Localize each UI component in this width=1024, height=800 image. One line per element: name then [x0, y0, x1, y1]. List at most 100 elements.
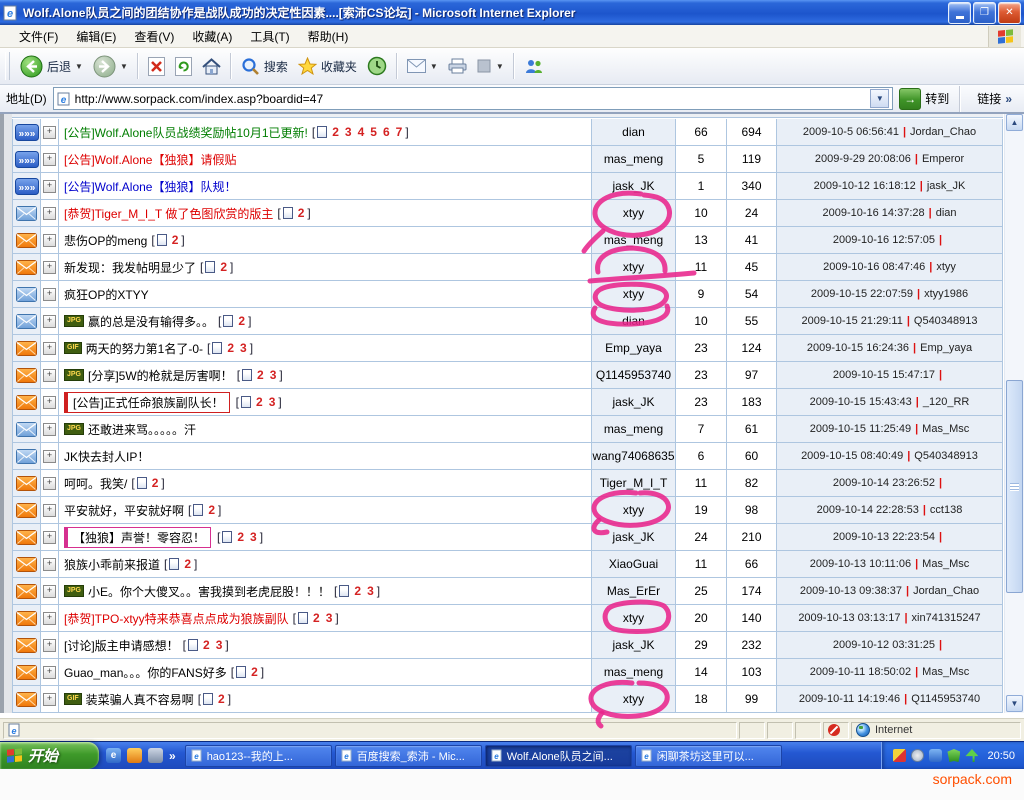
thread-title-link[interactable]: 新发现：我发帖明显少了	[64, 259, 196, 276]
thread-author-link[interactable]: Q1145953740	[592, 362, 676, 388]
expand-thread-button[interactable]: +	[41, 362, 59, 388]
page-links[interactable]: [2 ]	[198, 692, 231, 706]
thread-author-link[interactable]: mas_meng	[592, 416, 676, 442]
page-links[interactable]: [2 ]	[188, 503, 221, 517]
search-button[interactable]: 搜索	[236, 55, 293, 78]
last-poster-link[interactable]: dian	[936, 207, 957, 219]
scrollbar-thumb[interactable]	[1006, 380, 1023, 593]
last-poster-link[interactable]: Jordan_Chao	[913, 585, 979, 597]
expand-thread-button[interactable]: +	[41, 281, 59, 307]
last-poster-link[interactable]: Mas_Msc	[922, 666, 969, 678]
page-links[interactable]: [2 ]	[164, 557, 197, 571]
last-poster-link[interactable]: _120_RR	[923, 396, 969, 408]
quick-launch-messenger-icon[interactable]	[148, 748, 163, 763]
taskbar-task-button[interactable]: ehao123--我的上...	[185, 745, 332, 767]
thread-title-link[interactable]: 呵呵。我笑/	[64, 475, 127, 492]
expand-thread-button[interactable]: +	[41, 605, 59, 631]
tray-security-shield-icon[interactable]	[947, 749, 960, 762]
links-bar[interactable]: 链接 »	[971, 90, 1018, 107]
address-input[interactable]: e http://www.sorpack.com/index.asp?board…	[53, 87, 894, 110]
restore-button[interactable]: ❐	[973, 2, 996, 24]
vertical-scrollbar[interactable]: ▲ ▼	[1004, 114, 1024, 713]
close-button[interactable]: ✕	[998, 2, 1021, 24]
page-links[interactable]: [23 ]	[207, 341, 253, 355]
thread-title-link[interactable]: [公告]正式任命狼族副队长！	[64, 392, 230, 413]
thread-author-link[interactable]: xtyy	[592, 605, 676, 631]
thread-author-link[interactable]: jask_JK	[592, 524, 676, 550]
favorites-button[interactable]: 收藏夹	[293, 55, 362, 77]
thread-title-link[interactable]: [公告]Wolf.Alone队员战绩奖励帖10月1已更新!	[64, 124, 308, 141]
thread-title-link[interactable]: [公告]Wolf.Alone【独狼】请假贴	[64, 151, 236, 168]
stop-button[interactable]	[143, 55, 170, 78]
last-poster-link[interactable]: Emperor	[922, 153, 964, 165]
expand-thread-button[interactable]: +	[41, 227, 59, 253]
thread-author-link[interactable]: jask_JK	[592, 389, 676, 415]
thread-author-link[interactable]: Tiger_M_I_T	[592, 470, 676, 496]
edit-button[interactable]: ▼	[472, 57, 509, 76]
thread-author-link[interactable]: jask_JK	[592, 632, 676, 658]
expand-thread-button[interactable]: +	[41, 254, 59, 280]
page-links[interactable]: [23 ]	[237, 368, 283, 382]
thread-author-link[interactable]: xtyy	[592, 497, 676, 523]
address-dropdown[interactable]: ▼	[870, 89, 889, 108]
thread-title-link[interactable]: 两天的努力第1名了-0-	[86, 340, 203, 357]
page-links[interactable]: [2 ]	[131, 476, 164, 490]
back-dropdown[interactable]: ▼	[75, 62, 83, 71]
scroll-up-button[interactable]: ▲	[1006, 114, 1023, 131]
page-links[interactable]: [234567 ]	[312, 125, 409, 139]
expand-thread-button[interactable]: +	[41, 551, 59, 577]
thread-title-link[interactable]: 狼族小乖前来报道	[64, 556, 160, 573]
last-poster-link[interactable]: Emp_yaya	[920, 342, 972, 354]
menu-help[interactable]: 帮助(H)	[299, 26, 358, 47]
forward-dropdown[interactable]: ▼	[120, 62, 128, 71]
taskbar-task-button[interactable]: eWolf.Alone队员之间...	[485, 745, 632, 767]
refresh-button[interactable]	[170, 55, 197, 78]
thread-title-link[interactable]: 疯狂OP的XTYY	[64, 286, 149, 303]
thread-author-link[interactable]: XiaoGuai	[592, 551, 676, 577]
page-links[interactable]: [23 ]	[183, 638, 229, 652]
thread-author-link[interactable]: dian	[592, 119, 676, 145]
thread-author-link[interactable]: mas_meng	[592, 227, 676, 253]
expand-thread-button[interactable]: +	[41, 308, 59, 334]
expand-thread-button[interactable]: +	[41, 119, 59, 145]
thread-title-link[interactable]: 悲伤OP的meng	[64, 232, 147, 249]
expand-thread-button[interactable]: +	[41, 389, 59, 415]
thread-author-link[interactable]: xtyy	[592, 254, 676, 280]
thread-title-link[interactable]: JK快去封人IP！	[64, 448, 149, 465]
home-button[interactable]	[197, 56, 226, 77]
expand-thread-button[interactable]: +	[41, 686, 59, 712]
last-poster-link[interactable]: Q540348913	[914, 315, 978, 327]
menu-file[interactable]: 文件(F)	[10, 26, 67, 47]
thread-author-link[interactable]: mas_meng	[592, 146, 676, 172]
expand-thread-button[interactable]: +	[41, 146, 59, 172]
thread-title-link[interactable]: 【独狼】声誉！零容忍！	[64, 527, 211, 548]
tray-download-icon[interactable]	[893, 749, 906, 762]
go-button[interactable]: → 转到	[899, 88, 949, 110]
thread-title-link[interactable]: [公告]Wolf.Alone【独狼】队规！	[64, 178, 236, 195]
expand-thread-button[interactable]: +	[41, 335, 59, 361]
page-links[interactable]: [2 ]	[277, 206, 310, 220]
page-links[interactable]: [2 ]	[151, 233, 184, 247]
thread-author-link[interactable]: mas_meng	[592, 659, 676, 685]
thread-author-link[interactable]: xtyy	[592, 686, 676, 712]
last-poster-link[interactable]: Mas_Msc	[922, 423, 969, 435]
page-links[interactable]: [2 ]	[218, 314, 251, 328]
thread-author-link[interactable]: jask_JK	[592, 173, 676, 199]
thread-title-link[interactable]: 装菜骗人真不容易啊	[86, 691, 194, 708]
expand-thread-button[interactable]: +	[41, 416, 59, 442]
menu-view[interactable]: 查看(V)	[125, 26, 183, 47]
thread-author-link[interactable]: xtyy	[592, 281, 676, 307]
thread-author-link[interactable]: Emp_yaya	[592, 335, 676, 361]
page-links[interactable]: [23 ]	[236, 395, 282, 409]
last-poster-link[interactable]: Mas_Msc	[922, 558, 969, 570]
thread-title-link[interactable]: 小E。你个大傻叉。。害我摸到老虎屁股！！！	[88, 583, 330, 600]
page-links[interactable]: [23 ]	[334, 584, 380, 598]
thread-title-link[interactable]: 还敢进来骂。。。。。汗	[88, 421, 196, 438]
page-links[interactable]: [2 ]	[200, 260, 233, 274]
thread-title-link[interactable]: [恭贺]TPO-xtyy特来恭喜点点成为狼族副队	[64, 610, 289, 627]
forward-button[interactable]: ▼	[88, 53, 133, 80]
taskbar-task-button[interactable]: e百度搜索_索沛 - Mic...	[335, 745, 482, 767]
expand-thread-button[interactable]: +	[41, 200, 59, 226]
page-links[interactable]: [2 ]	[231, 665, 264, 679]
last-poster-link[interactable]: cct138	[930, 504, 962, 516]
